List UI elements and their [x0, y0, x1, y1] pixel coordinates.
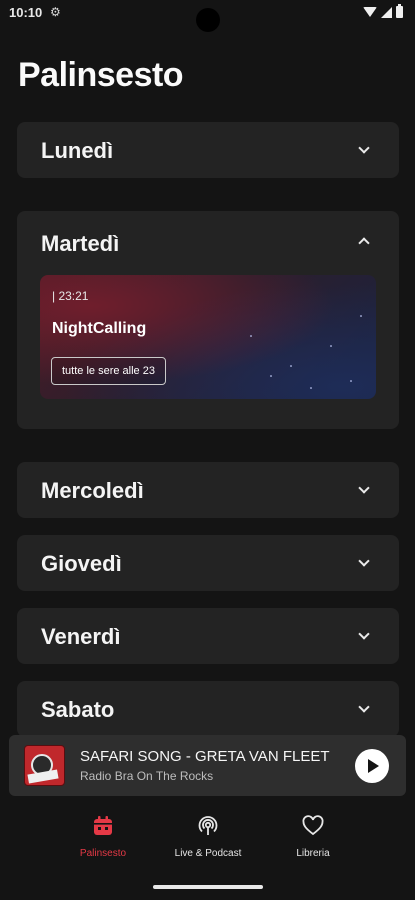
home-indicator[interactable]	[153, 885, 263, 889]
show-schedule-tag: tutte le sere alle 23	[51, 357, 166, 385]
play-button[interactable]	[355, 749, 389, 783]
battery-icon	[396, 4, 403, 18]
signal-icon	[381, 6, 392, 18]
page-title: Palinsesto	[18, 56, 184, 94]
show-time: | 23:21	[52, 289, 89, 303]
nav-item-libreria[interactable]: Libreria	[263, 814, 363, 859]
day-label: Sabato	[41, 697, 115, 722]
day-header[interactable]: Giovedì	[17, 535, 399, 591]
chevron-down-icon[interactable]	[358, 701, 370, 713]
day-header[interactable]: Lunedì	[17, 122, 399, 178]
chevron-down-icon[interactable]	[358, 142, 370, 154]
day-card-venerdi[interactable]: Venerdì	[17, 608, 399, 664]
day-label: Martedì	[41, 231, 120, 256]
calendar-icon	[94, 816, 112, 835]
chevron-up-icon[interactable]	[358, 237, 370, 249]
now-playing-title: SAFARI SONG - GRETA VAN FLEET	[80, 748, 330, 765]
day-card-sabato[interactable]: Sabato	[17, 681, 399, 737]
day-label: Giovedì	[41, 551, 122, 576]
now-playing-station: Radio Bra On The Rocks	[80, 769, 214, 783]
status-bar: 10:10 ⚙	[0, 0, 415, 32]
status-icons	[363, 4, 403, 18]
chevron-down-icon[interactable]	[358, 628, 370, 640]
day-label: Lunedì	[41, 138, 114, 163]
podcast-icon	[198, 816, 218, 835]
bottom-nav: Palinsesto Live & Podcast Libreria	[0, 800, 415, 880]
nav-label: Palinsesto	[79, 848, 127, 859]
heart-icon	[302, 815, 324, 836]
day-header[interactable]: Martedì	[17, 211, 399, 275]
day-card-lunedi[interactable]: Lunedì	[17, 122, 399, 178]
mini-player[interactable]: SAFARI SONG - GRETA VAN FLEET Radio Bra …	[9, 735, 406, 796]
nav-label: Libreria	[296, 848, 330, 859]
day-header[interactable]: Sabato	[17, 681, 399, 737]
day-card-mercoledi[interactable]: Mercoledì	[17, 462, 399, 518]
nav-item-live-podcast[interactable]: Live & Podcast	[158, 814, 258, 859]
chevron-down-icon[interactable]	[358, 555, 370, 567]
show-card[interactable]: | 23:21 NightCalling tutte le sere alle …	[40, 275, 376, 399]
day-label: Mercoledì	[41, 478, 144, 503]
nav-item-palinsesto[interactable]: Palinsesto	[53, 814, 153, 859]
wifi-icon	[363, 7, 377, 17]
gear-icon: ⚙	[50, 5, 61, 19]
chevron-down-icon[interactable]	[358, 482, 370, 494]
status-time: 10:10	[9, 5, 43, 20]
day-card-martedi[interactable]: Martedì | 23:21 NightCalling tutte le se…	[17, 211, 399, 429]
nav-label: Live & Podcast	[174, 848, 242, 859]
day-header[interactable]: Venerdì	[17, 608, 399, 664]
album-cover	[24, 745, 65, 786]
day-card-giovedi[interactable]: Giovedì	[17, 535, 399, 591]
camera-cutout	[196, 8, 220, 32]
day-label: Venerdì	[41, 624, 121, 649]
show-name: NightCalling	[52, 320, 147, 337]
day-header[interactable]: Mercoledì	[17, 462, 399, 518]
